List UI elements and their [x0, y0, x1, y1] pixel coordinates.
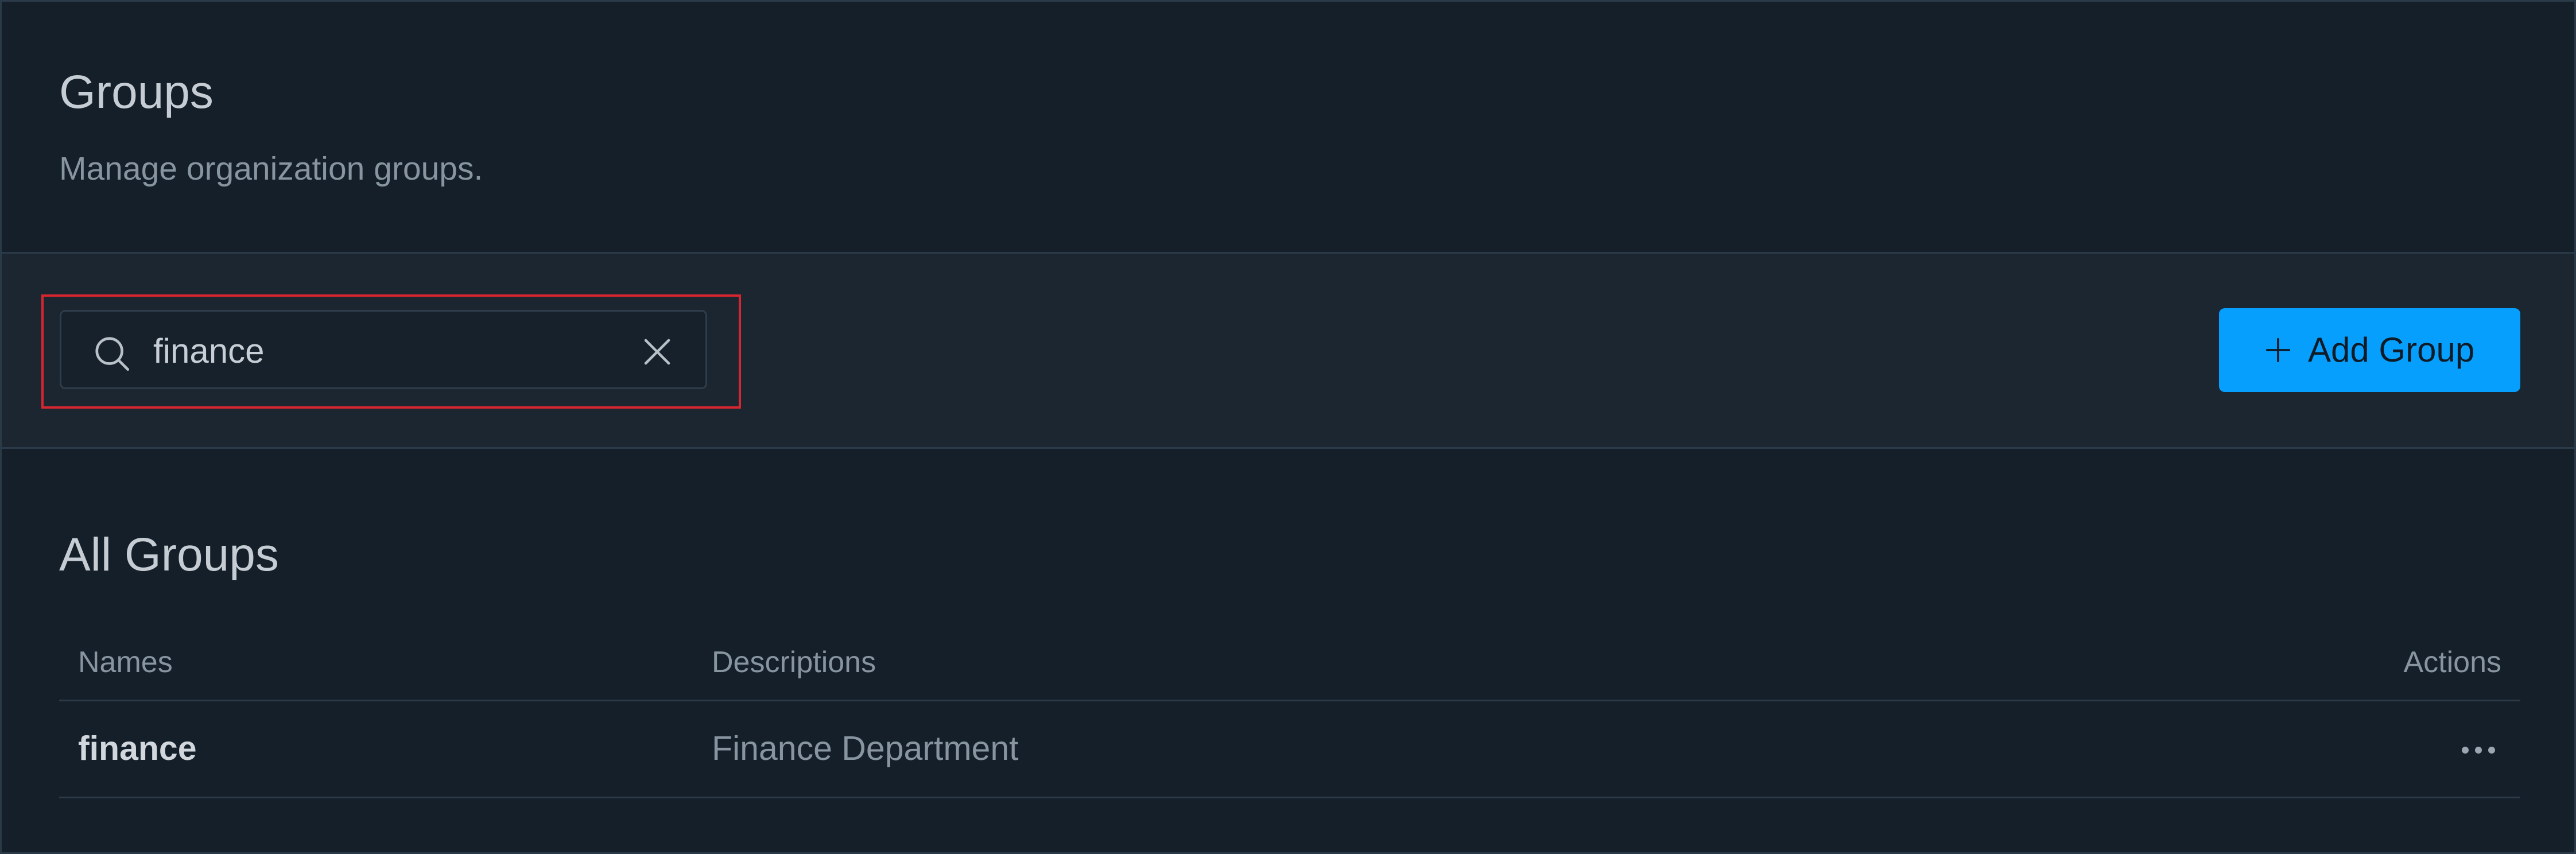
column-header-actions: Actions — [2403, 646, 2501, 679]
search-icon — [95, 337, 130, 371]
page-header: Groups Manage organization groups. — [2, 2, 2574, 254]
page-title: Groups — [59, 66, 214, 118]
page-subtitle: Manage organization groups. — [59, 150, 483, 187]
group-name[interactable]: finance — [78, 728, 197, 769]
column-header-descriptions: Descriptions — [712, 646, 876, 679]
groups-section: All Groups Names Descriptions Actions fi… — [2, 449, 2574, 852]
search-input[interactable] — [153, 328, 612, 374]
section-title: All Groups — [59, 529, 279, 581]
close-icon[interactable] — [640, 335, 674, 369]
groups-page: Groups Manage organization groups. Add G… — [0, 0, 2576, 854]
groups-table: Names Descriptions Actions finance Finan… — [59, 627, 2520, 798]
table-row[interactable]: finance Finance Department — [59, 701, 2520, 798]
search-box[interactable] — [60, 310, 707, 389]
table-header: Names Descriptions Actions — [59, 627, 2520, 701]
row-actions-button[interactable] — [2455, 730, 2501, 770]
add-group-button-label: Add Group — [2308, 331, 2475, 369]
column-header-names: Names — [78, 646, 173, 679]
plus-icon — [2265, 337, 2291, 363]
group-description: Finance Department — [712, 729, 1019, 767]
toolbar: Add Group — [2, 254, 2574, 449]
add-group-button[interactable]: Add Group — [2219, 308, 2520, 392]
more-horizontal-icon — [2462, 747, 2495, 754]
